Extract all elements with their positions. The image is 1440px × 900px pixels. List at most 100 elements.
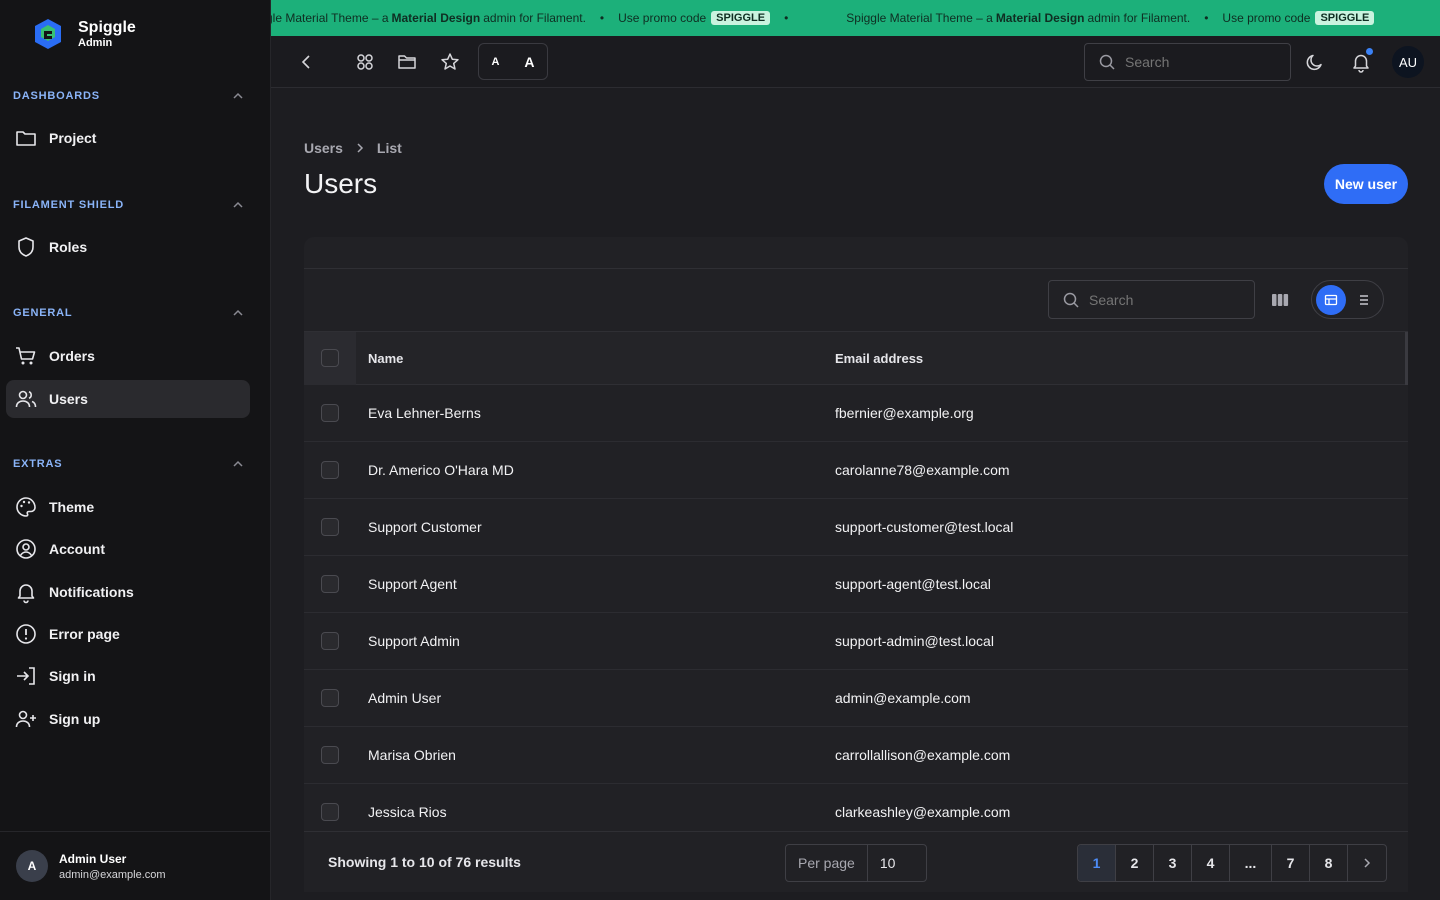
page-button-4[interactable]: 4	[1192, 845, 1230, 881]
table-search[interactable]	[1048, 280, 1255, 319]
row-checkbox[interactable]	[321, 461, 339, 479]
next-page-button[interactable]	[1348, 845, 1386, 881]
page-button-2[interactable]: 2	[1116, 845, 1154, 881]
global-search[interactable]	[1084, 43, 1291, 81]
cell-name: Support Customer	[368, 519, 482, 535]
breadcrumb-item[interactable]: Users	[304, 140, 343, 156]
global-search-input[interactable]	[1125, 54, 1275, 70]
promo-code-badge: SPIGGLE	[711, 11, 771, 25]
user-name: Admin User	[59, 851, 127, 866]
notification-dot	[1366, 48, 1373, 55]
table-view-button[interactable]	[1316, 285, 1346, 315]
page-button-1[interactable]: 1	[1078, 845, 1116, 881]
chevron-up-icon[interactable]	[231, 89, 245, 103]
folder-icon	[16, 131, 36, 146]
cell-email: support-agent@test.local	[835, 576, 991, 592]
sidebar-item-roles[interactable]: Roles	[6, 228, 250, 266]
columns-icon[interactable]	[1270, 290, 1290, 310]
sidebar-item-label: Roles	[49, 239, 88, 255]
row-checkbox[interactable]	[321, 746, 339, 764]
chevron-left-icon[interactable]	[295, 51, 317, 73]
grid-icon[interactable]	[354, 51, 376, 73]
group-label: DASHBOARDS	[13, 90, 100, 102]
page-button-8[interactable]: 8	[1310, 845, 1348, 881]
sidebar-item-project[interactable]: Project	[6, 119, 250, 157]
table-row[interactable]: Support Agent support-agent@test.local	[304, 556, 1408, 613]
moon-icon[interactable]	[1304, 51, 1326, 73]
font-large-button[interactable]: A	[524, 54, 534, 70]
sidebar-user-card[interactable]: A Admin User admin@example.com	[0, 831, 271, 900]
breadcrumb-item[interactable]: List	[377, 140, 402, 156]
table-head: Name Email address	[304, 331, 1408, 385]
pagination-bar: Showing 1 to 10 of 76 results Per page 1…	[304, 831, 1408, 892]
row-checkbox[interactable]	[321, 575, 339, 593]
per-page-value[interactable]: 10	[868, 855, 896, 871]
sidebar-item-notifications[interactable]: Notifications	[6, 573, 250, 611]
font-small-button[interactable]: A	[491, 56, 499, 68]
chevron-up-icon[interactable]	[231, 306, 245, 320]
select-all-cell	[304, 331, 356, 385]
table-row[interactable]: Dr. Americo O'Hara MD carolanne78@exampl…	[304, 442, 1408, 499]
row-select-cell	[304, 632, 356, 650]
chevron-right-icon	[357, 143, 363, 153]
cell-email: support-admin@test.local	[835, 633, 994, 649]
sidebar-item-orders[interactable]: Orders	[6, 337, 250, 375]
promo-banner[interactable]: gle Material Theme – a Material Design a…	[271, 0, 1440, 36]
user-circle-icon	[16, 539, 36, 559]
group-filament-shield[interactable]: FILAMENT SHIELD	[13, 198, 245, 212]
cell-name: Support Agent	[368, 576, 457, 592]
sidebar-item-error-page[interactable]: Error page	[6, 615, 250, 653]
promo-lead: gle Material Theme – a	[271, 11, 389, 25]
group-dashboards[interactable]: DASHBOARDS	[13, 89, 245, 103]
sign-in-icon	[17, 667, 35, 685]
group-extras[interactable]: EXTRAS	[13, 457, 245, 471]
promo-segment: gle Material Theme – a Material Design a…	[271, 11, 802, 25]
table-row[interactable]: Support Customer support-customer@test.l…	[304, 499, 1408, 556]
table-view-icon	[1324, 294, 1338, 306]
sidebar-item-users[interactable]: Users	[6, 380, 250, 418]
per-page-select[interactable]: Per page 10	[785, 844, 927, 882]
sidebar-item-label: Orders	[49, 348, 95, 364]
folder-icon[interactable]	[396, 51, 418, 73]
row-checkbox[interactable]	[321, 518, 339, 536]
results-summary: Showing 1 to 10 of 76 results	[328, 854, 521, 870]
column-header-email[interactable]: Email address	[835, 351, 923, 366]
search-icon	[1099, 54, 1115, 70]
table-row[interactable]: Admin User admin@example.com	[304, 670, 1408, 727]
table-search-input[interactable]	[1089, 291, 1239, 308]
avatar[interactable]: AU	[1392, 46, 1424, 78]
palette-icon	[16, 497, 36, 517]
sidebar-item-sign-up[interactable]: Sign up	[6, 700, 250, 738]
page-button-3[interactable]: 3	[1154, 845, 1192, 881]
cell-email: fbernier@example.org	[835, 405, 974, 421]
user-plus-icon	[15, 710, 36, 728]
row-checkbox[interactable]	[321, 689, 339, 707]
row-select-cell	[304, 803, 356, 821]
row-select-cell	[304, 746, 356, 764]
sidebar-item-account[interactable]: Account	[6, 530, 250, 568]
row-checkbox[interactable]	[321, 803, 339, 821]
promo-code-badge: SPIGGLE	[1315, 11, 1375, 25]
list-view-icon[interactable]	[1356, 292, 1372, 308]
select-all-checkbox[interactable]	[321, 349, 339, 367]
column-header-name[interactable]: Name	[368, 351, 403, 366]
page-button-7[interactable]: 7	[1272, 845, 1310, 881]
row-checkbox[interactable]	[321, 632, 339, 650]
row-select-cell	[304, 575, 356, 593]
brand-subtitle: Admin	[78, 36, 113, 49]
brand[interactable]: Spiggle Admin	[30, 16, 136, 52]
cell-email: clarkeashley@example.com	[835, 804, 1011, 820]
star-icon[interactable]	[439, 51, 461, 73]
group-general[interactable]: GENERAL	[13, 306, 245, 320]
table-row[interactable]: Support Admin support-admin@test.local	[304, 613, 1408, 670]
chevron-up-icon[interactable]	[231, 198, 245, 212]
table-row[interactable]: Marisa Obrien carrollallison@example.com	[304, 727, 1408, 784]
group-label: GENERAL	[13, 307, 73, 319]
chevron-up-icon[interactable]	[231, 457, 245, 471]
sidebar-item-sign-in[interactable]: Sign in	[6, 657, 250, 695]
new-user-button[interactable]: New user	[1324, 164, 1408, 204]
row-select-cell	[304, 404, 356, 422]
sidebar-item-theme[interactable]: Theme	[6, 488, 250, 526]
row-checkbox[interactable]	[321, 404, 339, 422]
table-row[interactable]: Eva Lehner-Berns fbernier@example.org	[304, 385, 1408, 442]
